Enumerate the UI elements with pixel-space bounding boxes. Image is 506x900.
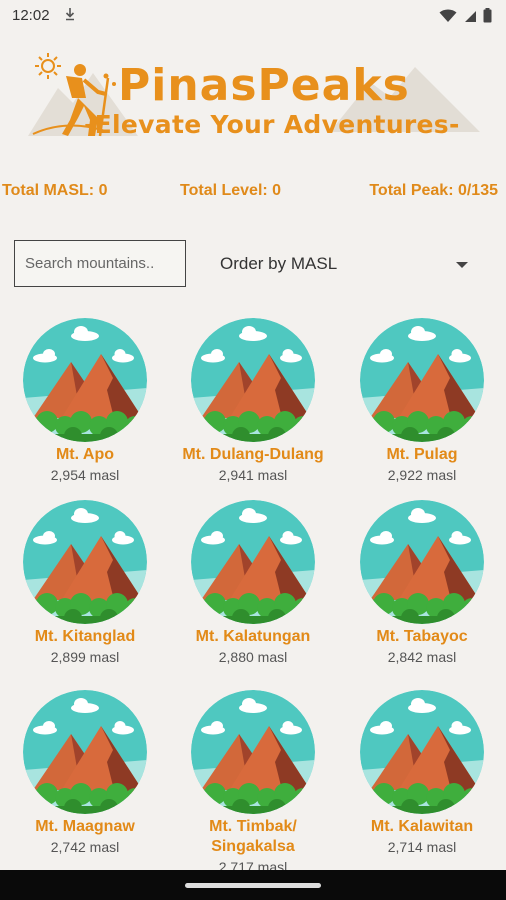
status-bar: 12:02 bbox=[0, 0, 506, 32]
mountain-image-icon bbox=[191, 318, 315, 442]
mountain-masl: 2,742 masl bbox=[50, 839, 120, 855]
mountain-name: Mt. Dulang-Dulang bbox=[182, 446, 324, 463]
order-dropdown[interactable]: Order by MASL bbox=[220, 252, 478, 280]
mountain-card[interactable]: Mt. Dulang-Dulang 2,941 masl bbox=[169, 318, 337, 485]
total-level: Total Level: 0 bbox=[180, 182, 282, 199]
mountain-image-icon bbox=[360, 690, 484, 814]
app-tagline: -Elevate Your Adventures- bbox=[84, 110, 460, 139]
mountain-card[interactable]: Mt. Tabayoc 2,842 masl bbox=[338, 500, 506, 667]
mountain-masl: 2,880 masl bbox=[218, 649, 288, 665]
mountain-name: Mt. Timbak/ Singakalsa bbox=[209, 818, 297, 855]
mountain-card[interactable]: Mt. Maagnaw 2,742 masl bbox=[1, 690, 169, 857]
mountain-card[interactable]: Mt. Kalatungan 2,880 masl bbox=[169, 500, 337, 667]
mountain-card[interactable]: Mt. Kalawitan 2,714 masl bbox=[338, 690, 506, 857]
mountain-card[interactable]: Mt. Apo 2,954 masl bbox=[1, 318, 169, 485]
mountain-masl: 2,842 masl bbox=[387, 649, 457, 665]
total-masl: Total MASL: 0 bbox=[2, 182, 108, 199]
total-peak: Total Peak: 0/135 bbox=[369, 182, 498, 199]
app-header: PinasPeaks -Elevate Your Adventures- bbox=[0, 40, 506, 150]
app-title: PinasPeaks bbox=[118, 60, 410, 111]
mountain-name: Mt. Kalatungan bbox=[195, 628, 311, 645]
search-input[interactable]: Search mountains.. bbox=[14, 240, 186, 287]
mountain-card[interactable]: Mt. Pulag 2,922 masl bbox=[338, 318, 506, 485]
mountain-image-icon bbox=[23, 690, 147, 814]
mountain-image-icon bbox=[23, 500, 147, 624]
mountain-image-icon bbox=[360, 500, 484, 624]
mountain-name: Mt. Pulag bbox=[386, 446, 458, 463]
mountain-masl: 2,899 masl bbox=[50, 649, 120, 665]
mountain-image-icon bbox=[191, 500, 315, 624]
mountain-image-icon bbox=[23, 318, 147, 442]
mountain-name: Mt. Kitanglad bbox=[34, 628, 136, 645]
wifi-icon bbox=[439, 9, 457, 23]
battery-icon bbox=[483, 8, 492, 23]
mountain-name: Mt. Tabayoc bbox=[376, 628, 468, 645]
mountain-card[interactable]: Mt. Timbak/ Singakalsa 2,717 masl bbox=[169, 690, 337, 877]
home-gesture-handle[interactable] bbox=[185, 883, 321, 888]
dropdown-arrow-icon bbox=[456, 262, 468, 268]
status-time: 12:02 bbox=[12, 7, 50, 24]
mountain-name: Mt. Kalawitan bbox=[370, 818, 474, 835]
mountain-name: Mt. Apo bbox=[55, 446, 115, 463]
mountain-image-icon bbox=[360, 318, 484, 442]
stats-bar: Total MASL: 0 Total Level: 0 Total Peak:… bbox=[0, 182, 506, 204]
mountain-masl: 2,714 masl bbox=[387, 839, 457, 855]
mountain-masl: 2,922 masl bbox=[387, 467, 457, 483]
mountain-name: Mt. Maagnaw bbox=[35, 818, 135, 835]
mountain-image-icon bbox=[191, 690, 315, 814]
signal-icon bbox=[463, 8, 477, 23]
mountain-card[interactable]: Mt. Kitanglad 2,899 masl bbox=[1, 500, 169, 667]
download-icon bbox=[64, 7, 76, 24]
mountain-masl: 2,954 masl bbox=[50, 467, 120, 483]
order-label: Order by MASL bbox=[220, 254, 338, 273]
mountain-masl: 2,941 masl bbox=[218, 467, 288, 483]
system-nav-bar bbox=[0, 870, 506, 900]
